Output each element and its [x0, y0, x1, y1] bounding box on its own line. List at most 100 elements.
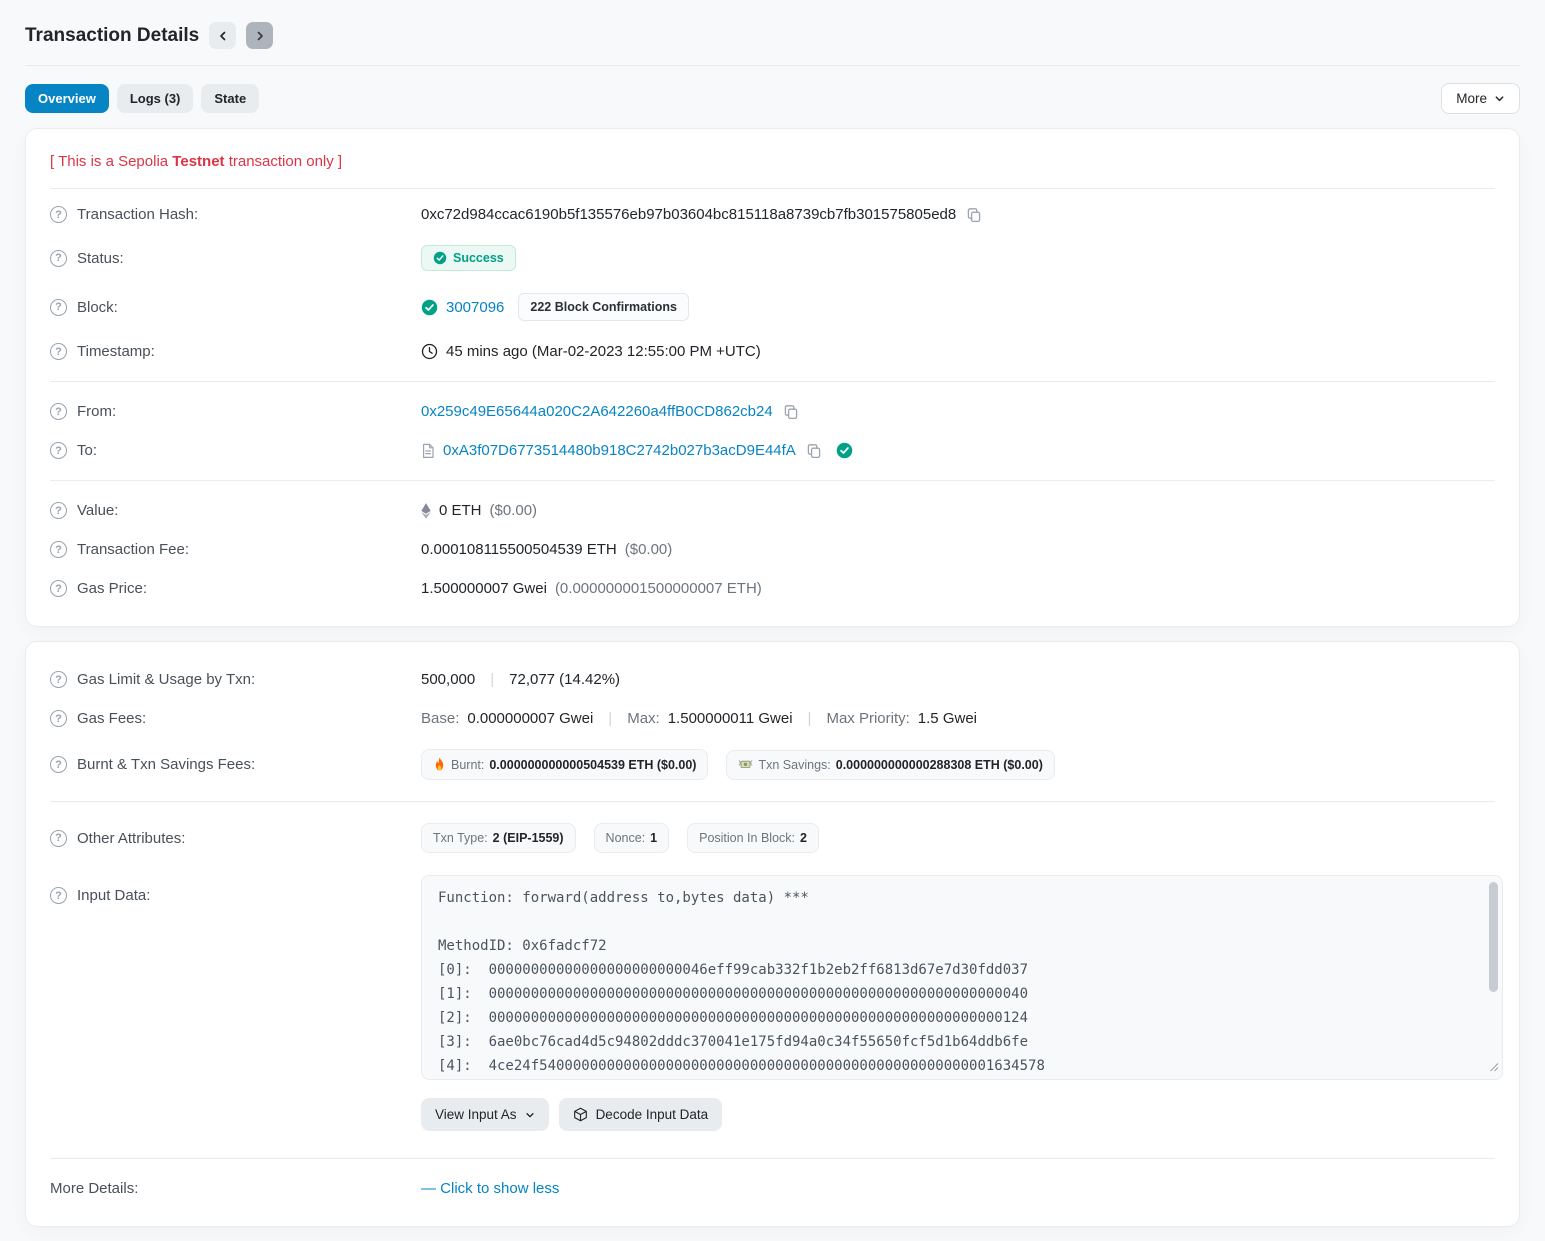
contract-icon — [421, 443, 435, 459]
show-less-link[interactable]: — Click to show less — [421, 1180, 559, 1197]
chevron-right-icon — [254, 30, 266, 42]
block-number-link[interactable]: 3007096 — [446, 299, 504, 316]
burnt-savings-label: Burnt & Txn Savings Fees: — [77, 756, 255, 773]
position-in-block-label: Position In Block: — [699, 831, 795, 845]
input-data-line — [438, 910, 1472, 934]
value-label: Value: — [77, 502, 118, 519]
value-row: ? Value: 0 ETH ($0.00) — [50, 491, 1495, 530]
decode-input-data-label: Decode Input Data — [596, 1107, 709, 1122]
max-priority-fee-value: 1.5 Gwei — [918, 710, 977, 727]
block-label: Block: — [77, 299, 118, 316]
gas-price-eth: (0.000000001500000007 ETH) — [555, 580, 762, 597]
base-fee-value: 0.000000007 Gwei — [467, 710, 593, 727]
input-scrollbar-thumb[interactable] — [1489, 882, 1498, 992]
more-button-label: More — [1456, 91, 1487, 106]
copy-to-address-button[interactable] — [804, 443, 824, 459]
help-icon: ? — [50, 580, 67, 597]
chevron-down-icon — [1494, 93, 1505, 104]
transaction-hash-label-wrap: ? Transaction Hash: — [50, 206, 421, 223]
separator: | — [608, 710, 612, 727]
chevron-down-icon — [525, 1110, 535, 1120]
txn-savings-value: 0.000000000000288308 ETH ($0.00) — [836, 758, 1043, 772]
gas-price-gwei: 1.500000007 Gwei — [421, 580, 547, 597]
view-input-as-label: View Input As — [435, 1107, 517, 1122]
resize-grip-icon[interactable] — [1489, 1060, 1499, 1076]
copy-icon — [783, 404, 799, 420]
input-data-textarea[interactable]: Function: forward(address to,bytes data)… — [421, 875, 1503, 1080]
burnt-badge: Burnt: 0.000000000000504539 ETH ($0.00) — [421, 749, 708, 780]
help-icon: ? — [50, 206, 67, 223]
tab-overview[interactable]: Overview — [25, 84, 109, 113]
to-label: To: — [77, 442, 97, 459]
help-icon: ? — [50, 343, 67, 360]
topbar: Transaction Details — [25, 22, 1520, 66]
base-fee-label: Base: — [421, 710, 459, 727]
input-data-line: Function: forward(address to,bytes data)… — [438, 886, 1472, 910]
input-data-row: ? Input Data: Function: forward(address … — [50, 864, 1495, 1142]
decode-input-data-button[interactable]: Decode Input Data — [559, 1098, 723, 1131]
divider — [50, 381, 1495, 382]
from-label: From: — [77, 403, 116, 420]
help-icon: ? — [50, 887, 67, 904]
other-attributes-label: Other Attributes: — [77, 830, 185, 847]
page: Transaction Details Overview Logs (3) St… — [0, 0, 1545, 1241]
transaction-fee-label: Transaction Fee: — [77, 541, 189, 558]
help-icon: ? — [50, 830, 67, 847]
overview-card: [ This is a Sepolia Testnet transaction … — [25, 128, 1520, 627]
gas-limit-row: ? Gas Limit & Usage by Txn: 500,000 | 72… — [50, 660, 1495, 699]
value-eth: 0 ETH — [439, 502, 482, 519]
gas-price-row: ? Gas Price: 1.500000007 Gwei (0.0000000… — [50, 569, 1495, 608]
to-address-link[interactable]: 0xA3f07D6773514480b918C2742b027b3acD9E44… — [443, 442, 796, 459]
other-attributes-row: ? Other Attributes: Txn Type: 2 (EIP-155… — [50, 812, 1495, 864]
help-icon: ? — [50, 541, 67, 558]
status-row: ? Status: Success — [50, 234, 1495, 282]
transaction-fee-row: ? Transaction Fee: 0.000108115500504539 … — [50, 530, 1495, 569]
tab-logs[interactable]: Logs (3) — [117, 84, 194, 113]
nonce-value: 1 — [650, 831, 657, 845]
input-data-line: [5]: 543c0000000000000000000000000000000… — [438, 1078, 1472, 1080]
txn-type-label: Txn Type: — [433, 831, 488, 845]
more-details-row: More Details: — Click to show less — [50, 1169, 1495, 1208]
transaction-fee-usd: ($0.00) — [625, 541, 673, 558]
help-icon: ? — [50, 299, 67, 316]
help-icon: ? — [50, 442, 67, 459]
from-address-link[interactable]: 0x259c49E65644a020C2A642260a4ffB0CD862cb… — [421, 403, 773, 420]
txn-savings-badge: Txn Savings: 0.000000000000288308 ETH ($… — [726, 750, 1054, 780]
view-input-as-button[interactable]: View Input As — [421, 1098, 549, 1131]
max-fee-label: Max: — [627, 710, 660, 727]
copy-transaction-hash-button[interactable] — [964, 207, 984, 223]
divider — [50, 1158, 1495, 1159]
help-icon: ? — [50, 756, 67, 773]
tab-state[interactable]: State — [201, 84, 259, 113]
gas-fees-row: ? Gas Fees: Base: 0.000000007 Gwei | Max… — [50, 699, 1495, 738]
gas-usage-value: 72,077 (14.42%) — [509, 671, 620, 688]
txn-type-badge: Txn Type: 2 (EIP-1559) — [421, 823, 576, 853]
prev-transaction-button[interactable] — [209, 22, 236, 49]
help-icon: ? — [50, 250, 67, 267]
details-card: ? Gas Limit & Usage by Txn: 500,000 | 72… — [25, 641, 1520, 1227]
separator: | — [490, 671, 494, 688]
copy-from-address-button[interactable] — [781, 404, 801, 420]
status-badge: Success — [421, 245, 516, 271]
input-data-line: MethodID: 0x6fadcf72 — [438, 934, 1472, 958]
max-fee-value: 1.500000011 Gwei — [668, 710, 793, 727]
max-priority-fee-label: Max Priority: — [826, 710, 909, 727]
separator: | — [808, 710, 812, 727]
to-row: ? To: 0xA3f07D6773514480b918C2742b027b3a… — [50, 431, 1495, 470]
divider — [50, 480, 1495, 481]
more-button[interactable]: More — [1441, 83, 1520, 114]
status-label: Status: — [77, 250, 124, 267]
money-wings-icon — [738, 758, 753, 771]
copy-icon — [806, 443, 822, 459]
timestamp-row: ? Timestamp: 45 mins ago (Mar-02-2023 12… — [50, 332, 1495, 371]
transaction-hash-label: Transaction Hash: — [77, 206, 198, 223]
nonce-badge: Nonce: 1 — [594, 823, 670, 853]
transaction-hash-row: ? Transaction Hash: 0xc72d984ccac6190b5f… — [50, 195, 1495, 234]
burnt-value: 0.000000000000504539 ETH ($0.00) — [489, 758, 696, 772]
gas-fees-label: Gas Fees: — [77, 710, 146, 727]
next-transaction-button[interactable] — [246, 22, 273, 49]
help-icon: ? — [50, 502, 67, 519]
clock-icon — [421, 343, 438, 360]
txn-savings-label: Txn Savings: — [758, 758, 830, 772]
block-row: ? Block: 3007096 222 Block Confirmations — [50, 282, 1495, 332]
